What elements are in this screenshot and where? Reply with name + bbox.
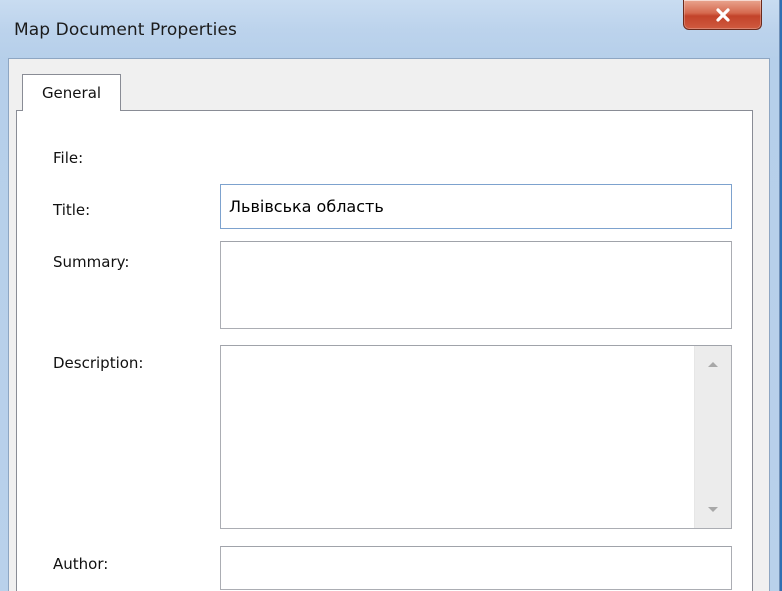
- author-label: Author:: [53, 555, 109, 573]
- scroll-down-button[interactable]: [695, 492, 731, 528]
- scroll-up-icon: [708, 362, 718, 367]
- properties-dialog: Map Document Properties File: Title: Sum…: [0, 0, 780, 591]
- description-field[interactable]: [220, 345, 732, 529]
- scroll-down-icon: [708, 507, 718, 512]
- description-label: Description:: [53, 354, 144, 372]
- title-bar[interactable]: Map Document Properties: [0, 0, 779, 58]
- window-title: Map Document Properties: [14, 20, 237, 40]
- description-scrollbar[interactable]: [694, 346, 731, 528]
- general-tab-panel: File: Title: Summary: Description:: [16, 110, 753, 591]
- close-icon: [715, 7, 730, 22]
- file-label: File:: [53, 149, 84, 167]
- tab-general[interactable]: General: [22, 74, 121, 111]
- title-label: Title:: [53, 201, 91, 219]
- author-input[interactable]: [220, 546, 732, 590]
- summary-label: Summary:: [53, 253, 130, 271]
- tab-general-label: General: [41, 84, 102, 102]
- summary-field[interactable]: [220, 241, 732, 329]
- title-input[interactable]: [220, 184, 732, 229]
- scroll-up-button[interactable]: [695, 346, 731, 382]
- close-button[interactable]: [683, 0, 762, 30]
